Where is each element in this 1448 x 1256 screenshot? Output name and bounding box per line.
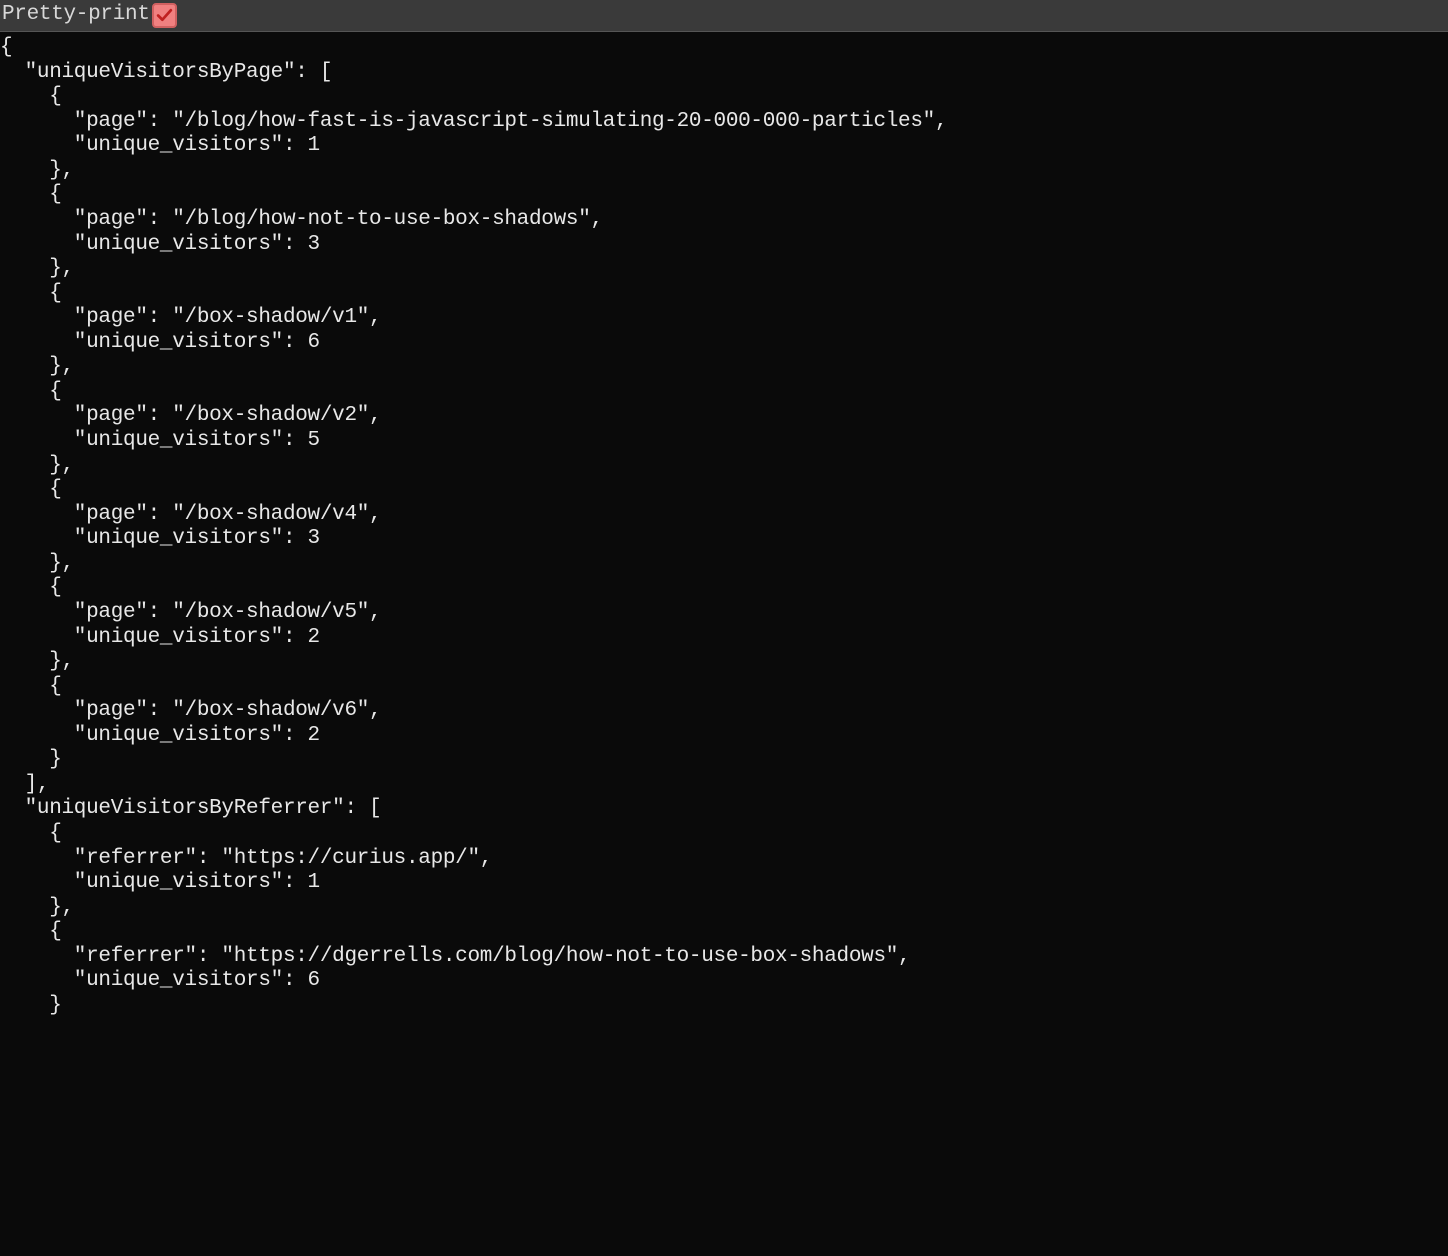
json-viewer-content: { "uniqueVisitorsByPage": [ { "page": "/… [0, 32, 1448, 1019]
pretty-print-checkbox-wrapper [152, 3, 177, 28]
checkmark-icon [156, 7, 173, 24]
pretty-print-label: Pretty-print [2, 3, 150, 28]
json-output: { "uniqueVisitorsByPage": [ { "page": "/… [0, 36, 947, 1017]
pretty-print-header: Pretty-print [0, 0, 1448, 32]
pretty-print-checkbox[interactable] [152, 3, 177, 28]
